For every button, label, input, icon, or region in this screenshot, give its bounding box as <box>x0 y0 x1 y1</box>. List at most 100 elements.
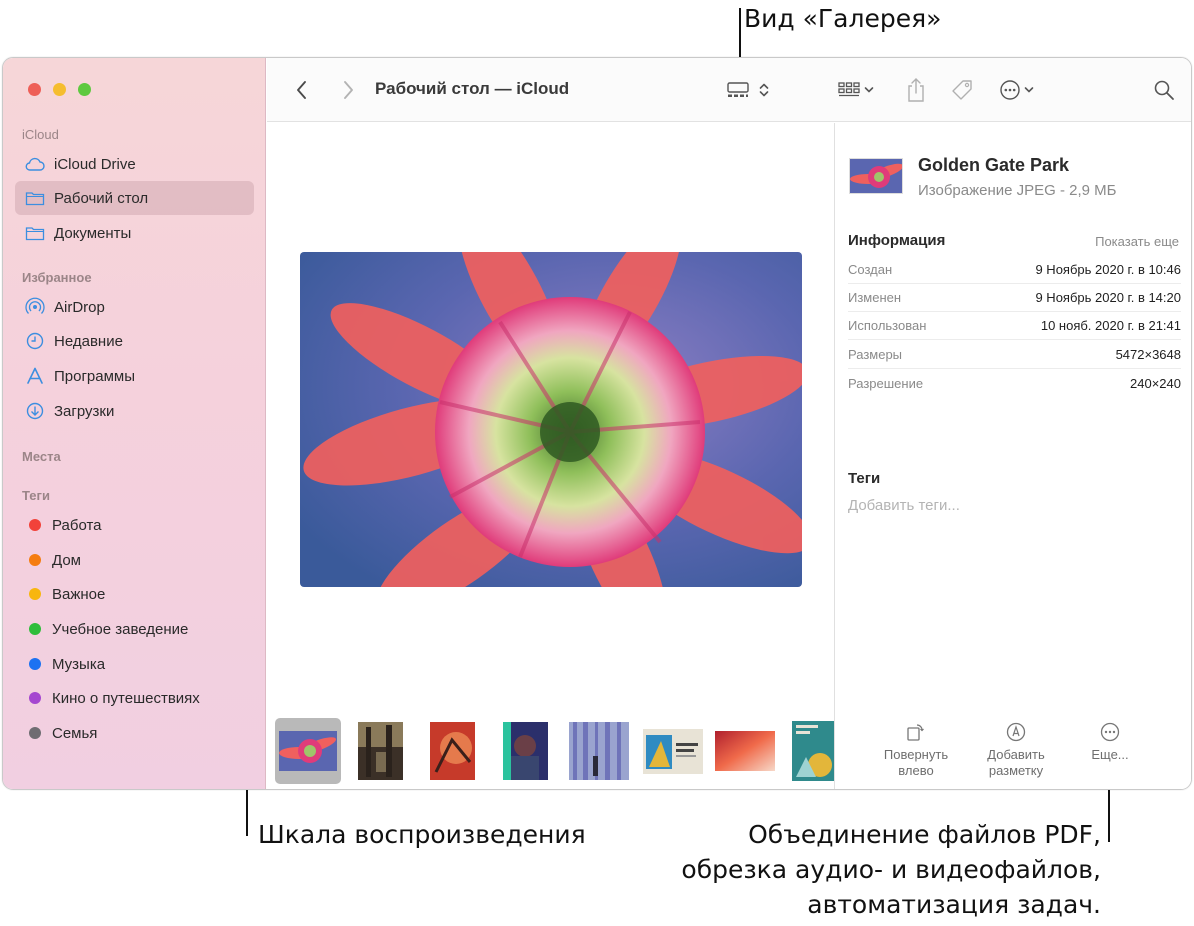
search-button[interactable] <box>1149 74 1179 106</box>
sidebar-item-label: Загрузки <box>54 402 115 420</box>
sidebar-section-icloud: iCloud <box>22 127 59 142</box>
add-tags-field[interactable]: Добавить теги... <box>848 497 960 514</box>
sidebar-tag-important[interactable]: Важное <box>15 577 254 611</box>
view-mode-button[interactable] <box>723 74 773 106</box>
sidebar-item-label: Музыка <box>52 655 106 673</box>
sidebar-item-label: Учебное заведение <box>52 620 189 638</box>
sidebar-item-icloud-drive[interactable]: iCloud Drive <box>15 147 254 181</box>
gray-tag-dot <box>29 727 41 739</box>
thumbnail[interactable] <box>500 718 550 784</box>
scrubber-strip[interactable] <box>267 712 834 789</box>
back-icon <box>297 81 306 99</box>
sidebar-tag-home[interactable]: Дом <box>15 543 254 577</box>
file-thumbnail <box>849 158 903 194</box>
action-label: Добавить <box>987 747 1045 762</box>
folder-icon <box>25 188 45 208</box>
sidebar-item-documents[interactable]: Документы <box>15 216 254 250</box>
clock-icon <box>25 331 45 351</box>
thumbnail[interactable] <box>427 718 477 784</box>
thumbnail[interactable] <box>355 718 405 784</box>
file-kind: Изображение JPEG - 2,9 МБ <box>918 182 1117 199</box>
gallery-preview <box>267 123 834 789</box>
tags-heading: Теги <box>848 470 881 487</box>
airdrop-icon <box>25 297 45 317</box>
zoom-window-button[interactable] <box>78 83 91 96</box>
info-label: Создан <box>848 262 893 277</box>
inspector-panel: Golden Gate Park Изображение JPEG - 2,9 … <box>834 123 1191 789</box>
sidebar-item-label: Семья <box>52 724 98 742</box>
info-value: 10 нояб. 2020 г. в 21:41 <box>1040 318 1181 333</box>
more-actions-button[interactable]: Еще... <box>1060 721 1160 763</box>
action-menu-button[interactable] <box>994 74 1038 106</box>
sidebar-tag-school[interactable]: Учебное заведение <box>15 612 254 646</box>
sidebar-item-label: Работа <box>52 516 102 534</box>
finder-window: iCloud iCloud Drive Рабочий стол Докумен… <box>2 57 1192 790</box>
info-value: 9 Ноябрь 2020 г. в 10:46 <box>1035 262 1181 277</box>
thumbnail[interactable] <box>713 718 777 784</box>
action-label: Повернуть <box>883 747 949 762</box>
purple-tag-dot <box>29 692 41 704</box>
markup-icon <box>1006 722 1026 742</box>
toolbar: Рабочий стол — iCloud <box>267 58 1191 122</box>
info-label: Размеры <box>848 347 903 362</box>
info-label: Изменен <box>848 290 902 305</box>
thumbnail[interactable] <box>792 718 834 784</box>
markup-button[interactable]: Добавить разметку <box>966 721 1066 779</box>
info-value: 5472×3648 <box>1115 347 1181 362</box>
info-value: 9 Ноябрь 2020 г. в 14:20 <box>1035 290 1181 305</box>
group-button[interactable] <box>833 74 877 106</box>
rotate-left-icon <box>907 724 924 741</box>
sidebar-item-recents[interactable]: Недавние <box>15 324 254 358</box>
forward-button[interactable] <box>335 74 361 106</box>
show-more-link[interactable]: Показать еще <box>1095 234 1179 249</box>
callout-more-line-3: автоматизация задач. <box>807 890 1101 919</box>
sidebar-item-label: Документы <box>54 224 132 242</box>
sidebar-item-downloads[interactable]: Загрузки <box>15 394 254 428</box>
yellow-tag-dot <box>29 588 41 600</box>
action-label: Еще... <box>1091 747 1129 762</box>
sidebar-section-favorites: Избранное <box>22 270 92 285</box>
close-window-button[interactable] <box>28 83 41 96</box>
gallery-view-icon <box>727 82 749 97</box>
tag-button[interactable] <box>946 74 978 106</box>
sidebar-section-tags: Теги <box>22 488 50 503</box>
callout-more-line-2: обрезка аудио- и видеофайлов, <box>681 855 1101 884</box>
thumbnail[interactable] <box>641 718 705 784</box>
sidebar-item-label: iCloud Drive <box>54 155 136 173</box>
sidebar: iCloud iCloud Drive Рабочий стол Докумен… <box>3 58 266 789</box>
sidebar-item-applications[interactable]: Программы <box>15 359 254 393</box>
sidebar-tag-music[interactable]: Музыка <box>15 647 254 681</box>
action-label: влево <box>898 763 934 778</box>
minimize-window-button[interactable] <box>53 83 66 96</box>
search-icon <box>1154 80 1174 100</box>
forward-icon <box>344 81 353 99</box>
blue-tag-dot <box>29 658 41 670</box>
info-row-created: Создан 9 Ноябрь 2020 г. в 10:46 <box>848 256 1181 284</box>
file-name: Golden Gate Park <box>918 155 1070 175</box>
green-tag-dot <box>29 623 41 635</box>
sidebar-section-places: Места <box>22 449 61 464</box>
sidebar-item-desktop[interactable]: Рабочий стол <box>15 181 254 215</box>
share-button[interactable] <box>901 74 931 106</box>
tag-icon <box>952 80 972 100</box>
sidebar-item-label: Программы <box>54 367 136 385</box>
sidebar-tag-work[interactable]: Работа <box>15 508 254 542</box>
flower-preview-image[interactable] <box>300 252 802 587</box>
chevron-updown-icon <box>759 83 769 97</box>
action-label: разметку <box>988 763 1044 778</box>
back-button[interactable] <box>289 74 315 106</box>
sidebar-tag-travel-movies[interactable]: Кино о путешествиях <box>15 681 254 715</box>
sidebar-item-label: Недавние <box>54 332 123 350</box>
chevron-down-icon <box>1024 87 1033 93</box>
rotate-left-button[interactable]: Повернуть влево <box>866 721 966 779</box>
apps-icon <box>25 366 45 386</box>
thumbnail-selected[interactable] <box>275 718 341 784</box>
info-heading: Информация <box>848 232 946 249</box>
info-label: Разрешение <box>848 375 924 391</box>
sidebar-item-airdrop[interactable]: AirDrop <box>15 290 254 324</box>
more-icon <box>999 80 1020 100</box>
sidebar-item-label: Важное <box>52 585 106 603</box>
info-value: 240×240 <box>1130 375 1181 391</box>
sidebar-tag-family[interactable]: Семья <box>15 716 254 750</box>
thumbnail[interactable] <box>567 718 631 784</box>
